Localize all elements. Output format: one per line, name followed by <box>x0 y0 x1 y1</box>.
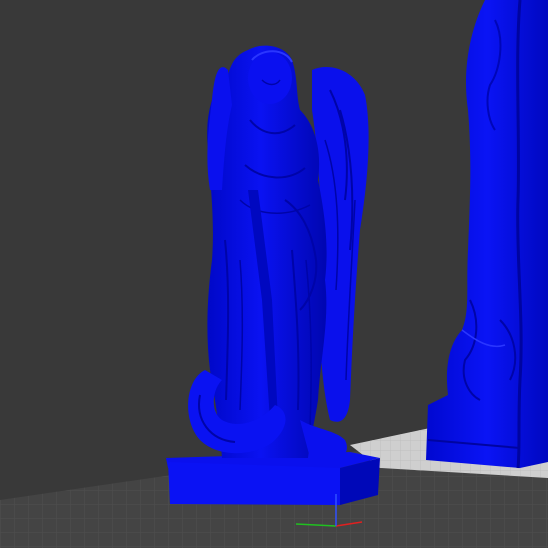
statue-head <box>248 52 292 104</box>
statue-base-front <box>168 462 340 505</box>
scene-canvas[interactable] <box>0 0 548 548</box>
3d-viewport[interactable] <box>0 0 548 548</box>
